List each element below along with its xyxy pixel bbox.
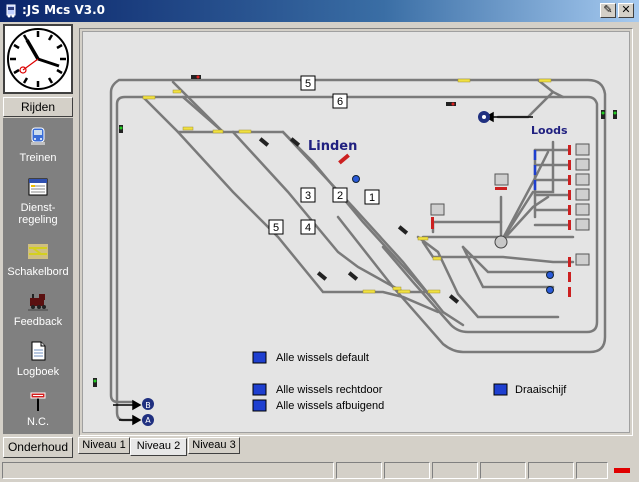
status-cell [576, 462, 608, 479]
timetable-icon [28, 178, 48, 196]
default-button[interactable]: Alle wissels default [252, 351, 369, 364]
switchboard-icon [28, 244, 48, 259]
shed-boxes [430, 143, 590, 266]
nav-nc[interactable]: N.C. [3, 386, 73, 436]
title-bar: :JS Mcs V3.0 ✎ ✕ [0, 0, 639, 22]
track-number: 5 [305, 78, 311, 90]
tab-niveau-3[interactable]: Niveau 3 [188, 437, 240, 454]
window-title: :JS Mcs V3.0 [22, 3, 106, 17]
nav-dienstregeling[interactable]: Dienst- regeling [3, 172, 73, 230]
nav-panel: Treinen Dienst- regeling Schakelbord Fee… [3, 118, 73, 434]
nav-label: N.C. [27, 416, 49, 428]
track-layout: 5 6 3 2 1 5 4 Linden Loods B A Alle wiss… [93, 75, 617, 426]
locomotive-icon [28, 294, 48, 311]
track-number: 3 [305, 190, 311, 202]
gear-icon[interactable] [478, 111, 490, 123]
nav-label: Dienst- regeling [18, 202, 58, 226]
onderhoud-button[interactable]: Onderhoud [3, 437, 73, 458]
endpoint-marker-a[interactable]: A [142, 414, 154, 426]
default-button-label: Alle wissels default [276, 352, 369, 364]
status-cell [336, 462, 382, 479]
status-cell [432, 462, 478, 479]
edit-icon[interactable]: ✎ [600, 3, 616, 18]
nav-label: Logboek [16, 366, 60, 378]
track-number: 2 [337, 190, 343, 202]
rijden-button[interactable]: Rijden [3, 97, 73, 117]
track-canvas: 5 6 3 2 1 5 4 Linden Loods B A Alle wiss… [82, 31, 630, 433]
nav-logboek[interactable]: Logboek [3, 336, 73, 386]
main-panel: 5 6 3 2 1 5 4 Linden Loods B A Alle wiss… [79, 28, 633, 436]
rechtdoor-button-label: Alle wissels rechtdoor [276, 384, 383, 396]
logbook-icon [31, 341, 46, 361]
endpoint-marker-label: B [145, 401, 151, 410]
afbuigend-button[interactable]: Alle wissels afbuigend [252, 399, 384, 412]
signal-icons[interactable] [93, 75, 617, 387]
sidebar: Rijden Treinen Dienst- regeling Schakelb… [3, 24, 73, 458]
track-number: 4 [305, 222, 311, 234]
draaischijf-button-label: Draaischijf [515, 384, 567, 396]
close-icon[interactable]: ✕ [618, 3, 634, 18]
status-bar [0, 460, 639, 480]
nav-label: Treinen [19, 152, 57, 164]
afbuigend-button-label: Alle wissels afbuigend [276, 400, 384, 412]
arrow-icons [113, 111, 533, 426]
nav-label: Feedback [13, 316, 63, 328]
nav-treinen[interactable]: Treinen [3, 122, 73, 172]
draaischijf-button[interactable]: Draaischijf [493, 383, 567, 396]
track-number: 6 [337, 96, 343, 108]
rechtdoor-button[interactable]: Alle wissels rechtdoor [252, 383, 383, 396]
nav-schakelbord[interactable]: Schakelbord [3, 236, 73, 286]
signal-icon [30, 392, 46, 411]
track-number: 5 [273, 222, 279, 234]
status-cell [2, 462, 334, 479]
clock [3, 24, 73, 94]
nav-label: Schakelbord [7, 266, 69, 278]
nav-feedback[interactable]: Feedback [3, 286, 73, 336]
turntable-icon[interactable] [494, 235, 508, 249]
tab-niveau-2[interactable]: Niveau 2 [130, 438, 187, 456]
depot-label: Loods [531, 124, 568, 137]
app-icon [6, 4, 16, 18]
tab-niveau-1[interactable]: Niveau 1 [78, 437, 130, 454]
stop-indicator[interactable] [614, 468, 630, 473]
clock-icon [7, 28, 69, 90]
status-cell [384, 462, 430, 479]
status-cell [480, 462, 526, 479]
track-number-boxes: 5 6 3 2 1 5 4 [268, 75, 380, 235]
station-label: Linden [308, 139, 357, 154]
train-icon [31, 127, 45, 145]
switch-marks [142, 78, 552, 294]
endpoint-marker-label: A [145, 416, 151, 425]
track-number: 1 [369, 192, 375, 204]
status-cell [528, 462, 574, 479]
endpoint-marker-b[interactable]: B [142, 398, 154, 410]
